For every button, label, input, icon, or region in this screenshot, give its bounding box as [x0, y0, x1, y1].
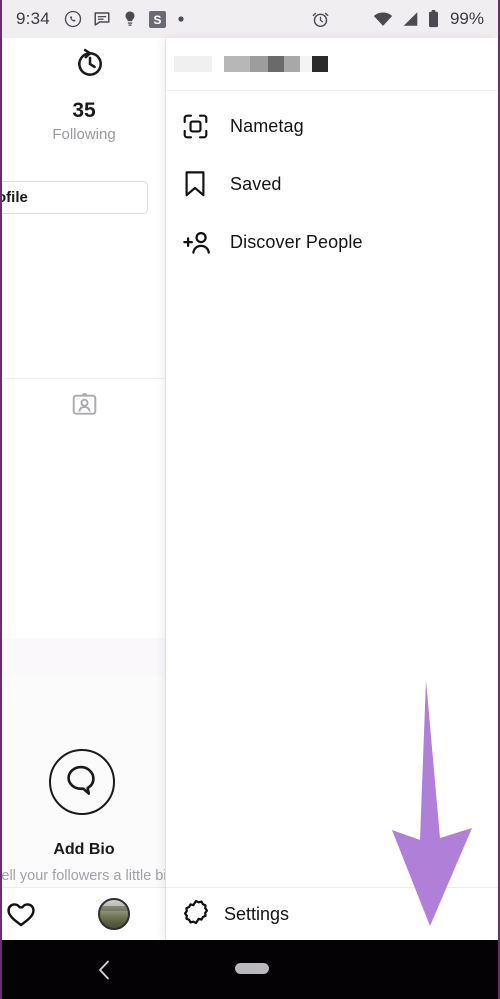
battery-icon — [428, 10, 438, 28]
menu-item-label: Discover People — [230, 231, 363, 252]
gear-icon — [182, 898, 210, 931]
profile-tabs-strip — [2, 378, 165, 436]
menu-item-list: Nametag Saved Discover People — [166, 91, 498, 271]
s-app-icon: S — [148, 10, 166, 28]
profile-panel: ers 35 Following ofile — [2, 38, 166, 940]
menu-item-discover-people[interactable]: Discover People — [166, 213, 498, 271]
message-icon — [94, 12, 110, 26]
edit-profile-button[interactable]: ofile — [2, 181, 148, 214]
menu-item-label: Saved — [230, 173, 282, 194]
redacted-username-label — [174, 56, 328, 72]
alarm-icon — [312, 12, 329, 27]
menu-item-saved[interactable]: Saved — [166, 155, 498, 213]
status-right-icons: 99% — [311, 9, 484, 29]
profile-stats: ers 35 Following — [2, 98, 165, 146]
redaction-block — [174, 56, 212, 72]
battery-percent-label: 99% — [449, 9, 484, 28]
following-stat-count: 35 — [72, 99, 96, 122]
redaction-block — [300, 56, 312, 72]
speech-bubble-icon — [49, 749, 115, 815]
nametag-icon — [182, 113, 216, 140]
drawer-header — [166, 38, 498, 91]
profile-feed-divider — [2, 638, 165, 677]
add-bio-card[interactable]: Add Bio ell your followers a little bi a… — [2, 676, 166, 909]
home-pill-icon[interactable] — [235, 963, 269, 974]
back-chevron-icon[interactable] — [96, 960, 113, 985]
wifi-icon — [373, 12, 393, 26]
add-bio-title: Add Bio — [53, 841, 115, 858]
menu-item-nametag[interactable]: Nametag — [166, 97, 498, 155]
status-clock: 9:34 — [16, 9, 50, 28]
whatsapp-icon — [64, 10, 82, 28]
followers-stat-label[interactable]: ers — [2, 124, 28, 141]
dot-icon — [178, 16, 184, 22]
redaction-block — [268, 56, 284, 72]
phone-screen: 9:34 S 99% 35 Following file Add Bio ell… — [0, 0, 500, 999]
add-person-icon — [182, 229, 216, 256]
menu-item-settings[interactable]: Settings — [166, 887, 498, 940]
profile-avatar[interactable] — [98, 898, 130, 930]
app-body: ers 35 Following ofile — [2, 38, 498, 940]
svg-text:S: S — [153, 12, 161, 26]
status-left-icons: S — [64, 10, 185, 28]
status-bar: 9:34 S 99% — [2, 0, 498, 38]
lightbulb-icon — [125, 11, 135, 26]
menu-drawer: Nametag Saved Discover People Settings — [166, 38, 498, 940]
android-nav-bar — [2, 940, 498, 999]
settings-label: Settings — [224, 903, 290, 924]
bookmark-icon — [182, 170, 216, 198]
add-bio-description-line1: ell your followers a little bi — [2, 868, 166, 884]
redaction-block — [212, 56, 224, 72]
profile-bottom-tabbar — [2, 887, 165, 940]
edit-profile-label: ofile — [2, 189, 28, 206]
redaction-block — [284, 56, 300, 72]
profile-feed-area — [2, 435, 165, 638]
redaction-block — [224, 56, 250, 72]
redaction-block — [250, 56, 268, 72]
activity-heart-icon[interactable] — [6, 900, 36, 933]
history-icon[interactable] — [74, 48, 106, 85]
profile-top-bar — [2, 38, 165, 90]
tagged-photos-icon[interactable] — [71, 391, 98, 423]
redaction-block — [312, 56, 328, 72]
signal-icon — [403, 12, 418, 26]
menu-item-label: Nametag — [230, 115, 304, 136]
